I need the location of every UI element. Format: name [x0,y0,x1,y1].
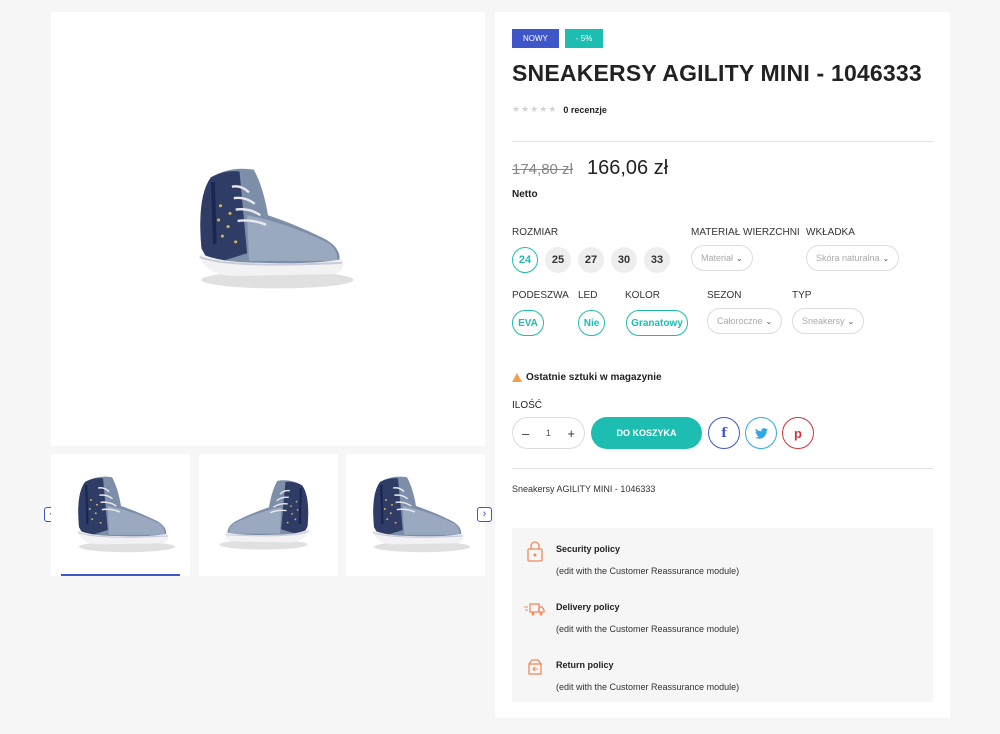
sneaker-image [173,157,363,302]
twitter-bird-icon [754,427,768,439]
add-to-cart-button[interactable]: DO KOSZYKA [591,417,702,449]
old-price: 174,80 zł [512,161,573,178]
truck-icon [524,603,545,616]
insole-select-value: Skóra naturalna [816,253,880,263]
pinterest-share-icon[interactable]: p [782,417,814,449]
divider [512,468,933,469]
material-select[interactable]: Materiał ⌄ [691,245,753,271]
size-option-25[interactable]: 25 [545,247,571,273]
reassurance-delivery: Delivery policy (edit with the Customer … [512,598,933,648]
product-description: Sneakersy AGILITY MINI - 1046333 [512,484,656,494]
customer-reassurance: Security policy (edit with the Customer … [512,528,933,702]
thumbnail-1[interactable] [51,454,190,576]
stock-warning: Ostatnie sztuki w magazynie [512,372,662,383]
reassurance-title: Delivery policy [556,602,620,612]
facebook-share-icon[interactable]: f [708,417,740,449]
lock-icon [527,541,543,562]
chevron-down-icon: ⌄ [847,316,855,326]
divider [512,141,933,142]
new-badge: NOWY [512,29,559,48]
thumbnail-strip [51,454,485,576]
increment-button[interactable]: + [567,426,575,441]
size-label: ROZMIAR [512,227,559,238]
reassurance-security: Security policy (edit with the Customer … [512,540,933,590]
netto-label: Netto [512,189,538,200]
sole-label: PODESZWA [512,290,569,301]
material-select-value: Materiał [701,253,734,263]
discount-badge: - 5% [564,29,604,48]
main-product-image[interactable] [51,12,485,446]
decrement-button[interactable]: – [522,426,529,441]
type-label: TYP [792,290,812,301]
quantity-label: ILOŚĆ [512,400,543,411]
sneaker-thumbnail [61,469,181,561]
chevron-down-icon: ⌄ [736,253,743,263]
gallery-next-button[interactable]: › [477,507,492,522]
color-label: KOLOR [625,290,661,301]
current-price: 166,06 zł [587,157,669,179]
review-count-link[interactable]: 0 recenzje [563,105,607,115]
active-thumbnail-indicator [61,574,180,576]
season-select-value: Całoroczne [717,316,763,326]
reassurance-text: (edit with the Customer Reassurance modu… [556,566,740,576]
chevron-down-icon: ⌄ [882,253,890,263]
warning-icon [512,373,522,382]
material-label: MATERIAŁ WIERZCHNI [691,227,800,238]
reassurance-title: Return policy [556,660,614,670]
product-info-panel: NOWY - 5% SNEAKERSY AGILITY MINI - 10463… [495,12,950,718]
type-select-value: Sneakersy [802,316,845,326]
thumbnail-2[interactable] [199,454,338,576]
type-select[interactable]: Sneakersy ⌄ [792,308,865,334]
led-label: LED [578,290,598,301]
season-label: SEZON [707,290,742,301]
color-option-granatowy[interactable]: Granatowy [626,310,688,336]
insole-select[interactable]: Skóra naturalna ⌄ [806,245,900,271]
star-rating-icon: ★★★★★ [512,104,558,114]
insole-label: WKŁADKA [806,227,855,238]
badges: NOWY - 5% [512,29,604,48]
size-option-30[interactable]: 30 [611,247,637,273]
return-box-icon [528,659,542,675]
sneaker-thumbnail [214,473,324,558]
stock-warning-text: Ostatnie sztuki w magazynie [526,372,662,383]
reassurance-title: Security policy [556,544,621,554]
sneaker-thumbnail [356,469,476,561]
size-option-27[interactable]: 27 [578,247,604,273]
season-select[interactable]: Całoroczne ⌄ [707,308,783,334]
led-option-nie[interactable]: Nie [578,310,605,336]
reassurance-text: (edit with the Customer Reassurance modu… [556,682,740,692]
quantity-stepper: – 1 + [512,417,585,449]
twitter-share-icon[interactable] [745,417,777,449]
sole-option-eva[interactable]: EVA [512,310,544,336]
chevron-down-icon: ⌄ [765,316,773,326]
size-option-33[interactable]: 33 [644,247,670,273]
thumbnail-3[interactable] [346,454,485,576]
reassurance-return: Return policy (edit with the Customer Re… [512,656,933,706]
reassurance-text: (edit with the Customer Reassurance modu… [556,624,740,634]
product-title: SNEAKERSY AGILITY MINI - 1046333 [512,60,922,86]
rating: ★★★★★ 0 recenzje [512,104,607,115]
quantity-input[interactable]: 1 [546,428,551,438]
size-option-24[interactable]: 24 [512,247,538,273]
